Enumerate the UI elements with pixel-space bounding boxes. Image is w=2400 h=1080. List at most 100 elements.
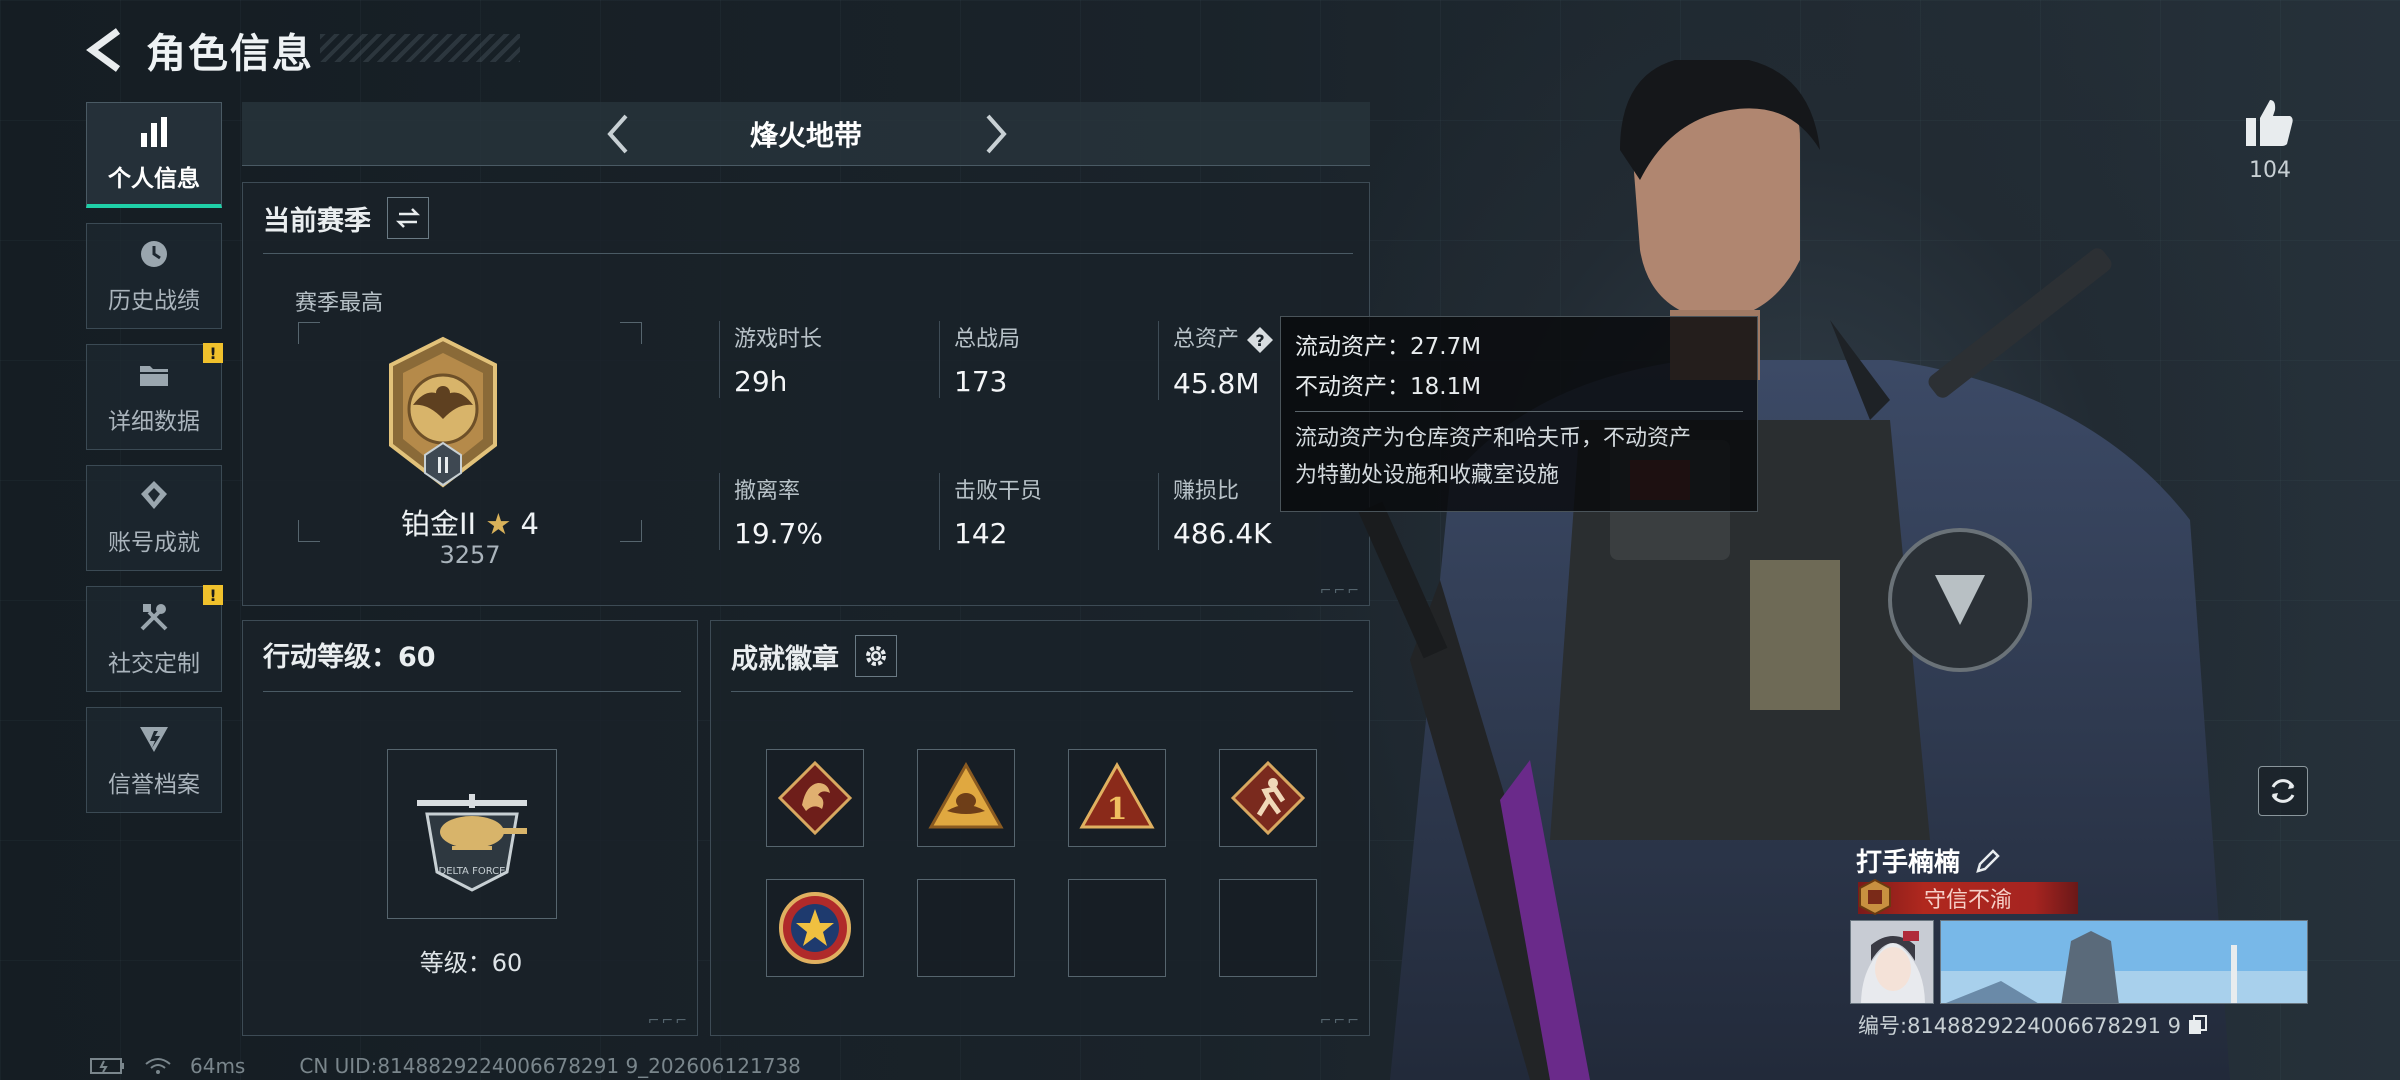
page-title: 角色信息 xyxy=(146,31,314,77)
sidebar-item-history[interactable]: 历史战绩 xyxy=(86,223,222,329)
tooltip-description-line: 为特勤处设施和收藏室设施 xyxy=(1295,463,1560,488)
rank-name: 铂金II ★ 4 xyxy=(297,501,643,543)
title-decoration xyxy=(320,34,520,62)
player-id: 编号:8148829224006678291 9 xyxy=(1858,1014,2181,1038)
sidebar-item-personal-info[interactable]: 个人信息 xyxy=(86,102,222,208)
stat-extraction-rate: 撤离率 19.7% xyxy=(719,473,919,550)
divider xyxy=(263,253,1353,254)
achievement-slot-star[interactable] xyxy=(766,879,864,977)
stat-label: 总资产 xyxy=(1173,327,1240,352)
chevron-right-icon[interactable] xyxy=(972,112,1016,156)
level-title: 行动等级：60 xyxy=(263,642,436,673)
achievement-diamond-icon xyxy=(141,481,167,509)
assets-tooltip: 流动资产：27.7M 不动资产：18.1M 流动资产为仓库资产和哈夫币，不动资产… xyxy=(1280,316,1758,512)
achievement-settings-button[interactable] xyxy=(855,635,897,677)
status-bar: 64ms CN UID:8148829224006678291 9_202606… xyxy=(90,1054,801,1078)
player-name: 打手楠楠 xyxy=(1856,848,1961,878)
rotate-view-button[interactable] xyxy=(2258,766,2308,816)
achievement-slot-dragon[interactable] xyxy=(766,749,864,847)
profile-card-banner[interactable] xyxy=(1940,920,2308,1004)
sidebar-item-label: 账号成就 xyxy=(108,530,200,556)
mode-name: 烽火地带 xyxy=(749,118,862,152)
achievement-panel: 成就徽章 1 ⌐⌐⌐ xyxy=(710,620,1370,1036)
sidebar-item-achievements[interactable]: 账号成就 xyxy=(86,465,222,571)
sidebar-item-social-custom[interactable]: 社交定制 ! xyxy=(86,585,223,692)
achievement-slot-empty[interactable] xyxy=(1068,879,1166,977)
switch-season-button[interactable] xyxy=(387,197,429,239)
gear-icon xyxy=(866,646,886,666)
star-icon: ★ xyxy=(485,507,512,541)
platinum-rank-medal-icon xyxy=(389,336,497,488)
stat-label: 撤离率 xyxy=(734,479,801,504)
divider xyxy=(263,691,681,692)
sidebar-item-detailed-data[interactable]: 详细数据 ! xyxy=(86,343,223,450)
stat-operators-defeated: 击败干员 142 xyxy=(939,473,1139,550)
stat-value: 29h xyxy=(734,365,788,398)
stat-play-time: 游戏时长 29h xyxy=(719,321,919,398)
hat-badge-icon xyxy=(928,761,1004,829)
battery-icon xyxy=(90,1058,124,1074)
swap-icon xyxy=(395,208,421,228)
ping-value: 64ms xyxy=(190,1054,246,1078)
season-panel: 当前赛季 赛季最高 铂金II ★ 4 3257 游戏时长 29h 总战局 173… xyxy=(242,182,1370,606)
achievement-slot-number-one[interactable]: 1 xyxy=(1068,749,1166,847)
bar-chart-icon xyxy=(141,116,167,147)
rank-score: 3257 xyxy=(439,541,501,569)
wifi-icon xyxy=(145,1058,171,1074)
rank-tier: 铂金II xyxy=(401,507,477,541)
chevron-left-icon[interactable] xyxy=(598,112,642,156)
helicopter-emblem-icon: DELTA FORCE xyxy=(417,794,527,892)
sidebar-item-credit-record[interactable]: 信誉档案 xyxy=(86,707,222,813)
page-header: 角色信息 xyxy=(84,18,314,82)
tooltip-description-line: 流动资产为仓库资产和哈夫币，不动资产 xyxy=(1295,426,1692,451)
sidebar-item-label: 社交定制 xyxy=(108,651,200,677)
thumbs-up-icon[interactable] xyxy=(2242,96,2296,150)
like-count: 104 xyxy=(2249,158,2291,183)
stat-label: 总战局 xyxy=(954,327,1021,352)
sidebar-item-label: 历史战绩 xyxy=(108,288,200,314)
level-value: 等级：60 xyxy=(419,949,523,977)
stat-value: 142 xyxy=(954,517,1008,550)
back-arrow-icon[interactable] xyxy=(84,27,124,73)
uid-footer: CN UID:8148829224006678291 9_20260612173… xyxy=(299,1054,801,1078)
level-panel: 行动等级：60 DELTA FORCE 等级：60 ⌐⌐⌐ xyxy=(242,620,698,1036)
credit-shield-icon xyxy=(140,727,168,752)
divider xyxy=(1295,411,1743,412)
sidebar-item-label: 详细数据 xyxy=(108,409,200,435)
copy-icon[interactable] xyxy=(2187,1014,2209,1036)
runner-badge-icon xyxy=(1230,760,1306,836)
player-id-row: 编号:8148829224006678291 9 xyxy=(1858,1010,2209,1040)
tooltip-fixed-assets: 不动资产：18.1M xyxy=(1295,374,1482,400)
stat-value: 173 xyxy=(954,365,1008,398)
sidebar: 个人信息 历史战绩 详细数据 ! 账号成就 社交定制 ! 信誉档案 xyxy=(86,102,224,828)
tooltip-liquid-assets: 流动资产：27.7M xyxy=(1295,334,1482,360)
title-emblem-icon xyxy=(1859,878,1891,916)
sidebar-item-label: 个人信息 xyxy=(108,165,200,192)
stat-label: 击败干员 xyxy=(954,479,1043,504)
dragon-badge-icon xyxy=(777,760,853,836)
stat-label: 游戏时长 xyxy=(734,327,823,352)
notification-badge: ! xyxy=(203,585,223,605)
achievement-slot-empty[interactable] xyxy=(917,879,1015,977)
achievement-slot-hat[interactable] xyxy=(917,749,1015,847)
notification-badge: ! xyxy=(203,343,223,363)
achievement-title: 成就徽章 xyxy=(731,643,839,675)
tools-icon xyxy=(140,604,168,631)
season-title: 当前赛季 xyxy=(263,205,371,237)
help-icon[interactable]: ? xyxy=(1245,325,1275,355)
badge-digit: 1 xyxy=(1107,792,1128,827)
number-one-badge-icon: 1 xyxy=(1079,761,1155,829)
season-best-label: 赛季最高 xyxy=(295,291,384,316)
player-name-row: 打手楠楠 xyxy=(1856,842,2002,879)
level-badge: DELTA FORCE xyxy=(387,749,557,919)
avatar[interactable] xyxy=(1850,920,1934,1004)
achievement-slot-runner[interactable] xyxy=(1219,749,1317,847)
edit-pencil-icon[interactable] xyxy=(1974,847,2002,875)
level-badge-text: DELTA FORCE xyxy=(439,866,506,877)
achievement-slot-empty[interactable] xyxy=(1219,879,1317,977)
refresh-icon xyxy=(2271,779,2295,803)
corner-decoration: ⌐⌐⌐ xyxy=(647,1013,689,1029)
star-badge-icon xyxy=(779,892,851,964)
mode-selector: 烽火地带 xyxy=(242,102,1370,166)
svg-text:?: ? xyxy=(1255,331,1264,350)
